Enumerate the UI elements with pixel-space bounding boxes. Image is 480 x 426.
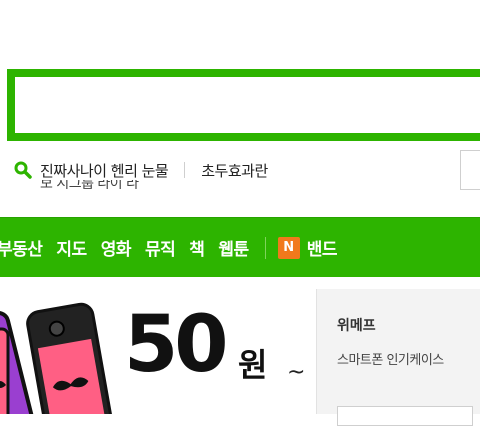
search-box[interactable] [7,69,480,141]
ad-title: 위메프 [337,318,376,334]
search-icon [14,161,32,179]
nav-item-music[interactable]: 뮤직 [145,235,176,260]
nav-item-realestate[interactable]: 부동산 [0,235,43,260]
ad-subtitle: 스마트폰 인기케이스 [337,353,444,368]
side-button[interactable] [460,150,480,190]
search-input[interactable] [15,77,480,133]
ad-button[interactable] [337,406,473,426]
trending-keyword-next: 보 시그룹 라이 라 [40,180,139,189]
service-nav: 부동산 지도 영화 뮤직 책 웹툰 N 밴드 [0,217,480,277]
banner-price: 50 [124,300,229,390]
trending-keyword[interactable]: 초두효과란 [201,160,268,181]
banner-price-tilde: ~ [287,360,306,385]
banner-price-unit: 원 [238,346,267,384]
nav-item-book[interactable]: 책 [189,235,205,260]
nav-item-band[interactable]: N 밴드 [277,235,351,260]
nav-divider [264,236,266,259]
divider [184,162,186,178]
trending-keywords: 진짜사나이 헨리 눈물 초두효과란 [14,158,268,182]
nav-item-webtoon[interactable]: 웹툰 [218,235,249,260]
ad-panel[interactable]: 위메프 스마트폰 인기케이스 [316,289,480,426]
nav-item-map[interactable]: 지도 [56,235,87,260]
band-icon: N [277,236,300,259]
nav-item-movie[interactable]: 영화 [101,235,132,260]
trending-keyword[interactable]: 진짜사나이 헨리 눈물 [40,160,169,181]
nav-item-band-label: 밴드 [306,240,338,260]
